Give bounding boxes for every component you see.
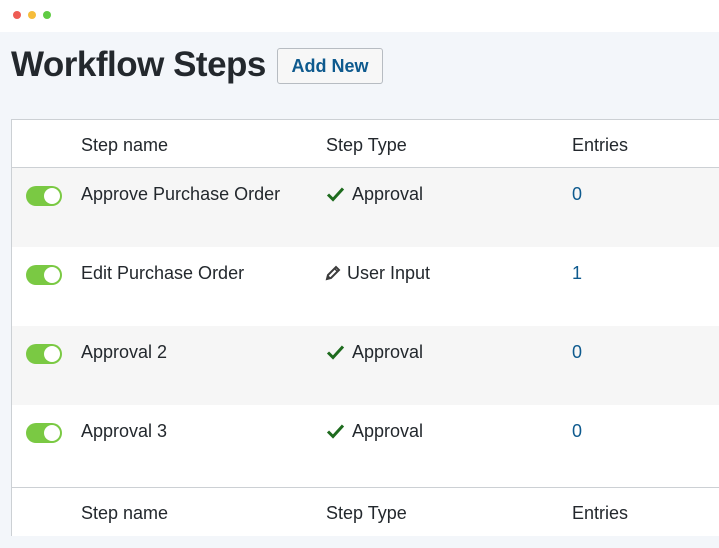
step-type: User Input bbox=[324, 262, 430, 284]
toggle-knob bbox=[44, 188, 60, 204]
table-row: Edit Purchase Order User Input 1 bbox=[12, 247, 719, 326]
step-type: Approval bbox=[326, 341, 423, 363]
checkmark-icon bbox=[326, 422, 346, 440]
column-header-entries[interactable]: Entries bbox=[572, 134, 628, 156]
column-footer-entries[interactable]: Entries bbox=[572, 502, 628, 524]
column-footer-step-name[interactable]: Step name bbox=[81, 502, 168, 524]
step-active-toggle[interactable] bbox=[26, 423, 62, 443]
step-active-toggle[interactable] bbox=[26, 186, 62, 206]
toggle-knob bbox=[44, 267, 60, 283]
step-type-label: Approval bbox=[352, 421, 424, 441]
entries-count-link[interactable]: 1 bbox=[572, 262, 582, 284]
step-name[interactable]: Approve Purchase Order bbox=[81, 183, 280, 205]
step-type-label: Approval bbox=[352, 184, 424, 204]
table-header: Step name Step Type Entries bbox=[12, 120, 719, 168]
column-header-step-type[interactable]: Step Type bbox=[326, 134, 407, 156]
entries-count-link[interactable]: 0 bbox=[572, 183, 582, 205]
step-active-toggle[interactable] bbox=[26, 344, 62, 364]
page-title: Workflow Steps bbox=[11, 45, 266, 84]
column-footer-step-type[interactable]: Step Type bbox=[326, 502, 407, 524]
close-window-button[interactable] bbox=[13, 11, 21, 19]
table-row: Approve Purchase Order Approval 0 bbox=[12, 168, 719, 247]
step-type: Approval bbox=[326, 183, 423, 205]
checkmark-icon bbox=[326, 343, 346, 361]
workflow-steps-table: Step name Step Type Entries Approve Purc… bbox=[11, 119, 719, 536]
table-footer: Step name Step Type Entries bbox=[12, 487, 719, 536]
toggle-knob bbox=[44, 346, 60, 362]
step-type-label: Approval bbox=[352, 342, 424, 362]
entries-count-link[interactable]: 0 bbox=[572, 420, 582, 442]
window-titlebar bbox=[0, 0, 719, 32]
checkmark-icon bbox=[326, 185, 346, 203]
step-name[interactable]: Approval 3 bbox=[81, 420, 167, 442]
maximize-window-button[interactable] bbox=[43, 11, 51, 19]
step-type-label: User Input bbox=[347, 263, 431, 283]
step-name[interactable]: Edit Purchase Order bbox=[81, 262, 244, 284]
pencil-icon bbox=[324, 264, 342, 282]
column-header-step-name[interactable]: Step name bbox=[81, 134, 168, 156]
toggle-knob bbox=[44, 425, 60, 441]
step-name[interactable]: Approval 2 bbox=[81, 341, 167, 363]
add-new-button[interactable]: Add New bbox=[277, 48, 383, 84]
step-type: Approval bbox=[326, 420, 423, 442]
table-row: Approval 2 Approval 0 bbox=[12, 326, 719, 405]
entries-count-link[interactable]: 0 bbox=[572, 341, 582, 363]
step-active-toggle[interactable] bbox=[26, 265, 62, 285]
minimize-window-button[interactable] bbox=[28, 11, 36, 19]
table-row: Approval 3 Approval 0 bbox=[12, 405, 719, 484]
main-content: Workflow Steps Add New Step name Step Ty… bbox=[0, 32, 719, 548]
